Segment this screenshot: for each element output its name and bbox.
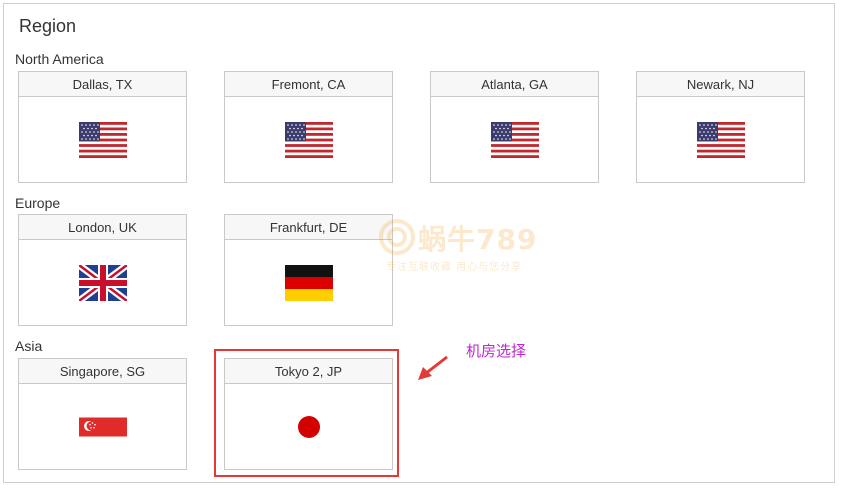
region-title: Region xyxy=(19,16,77,36)
location-card-atlanta[interactable]: Atlanta, GA xyxy=(430,71,599,183)
us-flag-icon xyxy=(284,121,333,158)
group-label-asia: Asia xyxy=(15,338,43,354)
location-name: Fremont, CA xyxy=(225,72,392,97)
location-card-newark[interactable]: Newark, NJ xyxy=(636,71,805,183)
us-flag-icon xyxy=(696,121,745,158)
location-card-dallas[interactable]: Dallas, TX xyxy=(18,71,187,183)
location-name: Frankfurt, DE xyxy=(225,215,392,240)
us-flag-icon xyxy=(78,121,127,158)
location-name: Newark, NJ xyxy=(637,72,804,97)
location-name: Singapore, SG xyxy=(19,359,186,384)
de-flag-icon xyxy=(284,264,333,301)
group-label-europe: Europe xyxy=(15,195,61,211)
location-name: London, UK xyxy=(19,215,186,240)
location-card-fremont[interactable]: Fremont, CA xyxy=(224,71,393,183)
annotation-label: 机房选择 xyxy=(466,342,527,360)
location-card-frankfurt[interactable]: Frankfurt, DE xyxy=(224,214,393,326)
group-label-north-america: North America xyxy=(15,51,104,67)
location-name: Dallas, TX xyxy=(19,72,186,97)
sg-flag-icon xyxy=(78,417,127,436)
location-card-london[interactable]: London, UK xyxy=(18,214,187,326)
location-card-singapore[interactable]: Singapore, SG xyxy=(18,358,187,470)
jp-flag-icon xyxy=(297,415,320,438)
location-name: Atlanta, GA xyxy=(431,72,598,97)
location-card-tokyo[interactable]: Tokyo 2, JP xyxy=(224,358,393,470)
us-flag-icon xyxy=(490,121,539,158)
uk-flag-icon xyxy=(78,264,127,301)
location-name: Tokyo 2, JP xyxy=(225,359,392,384)
annotation-arrow-icon xyxy=(418,355,448,380)
